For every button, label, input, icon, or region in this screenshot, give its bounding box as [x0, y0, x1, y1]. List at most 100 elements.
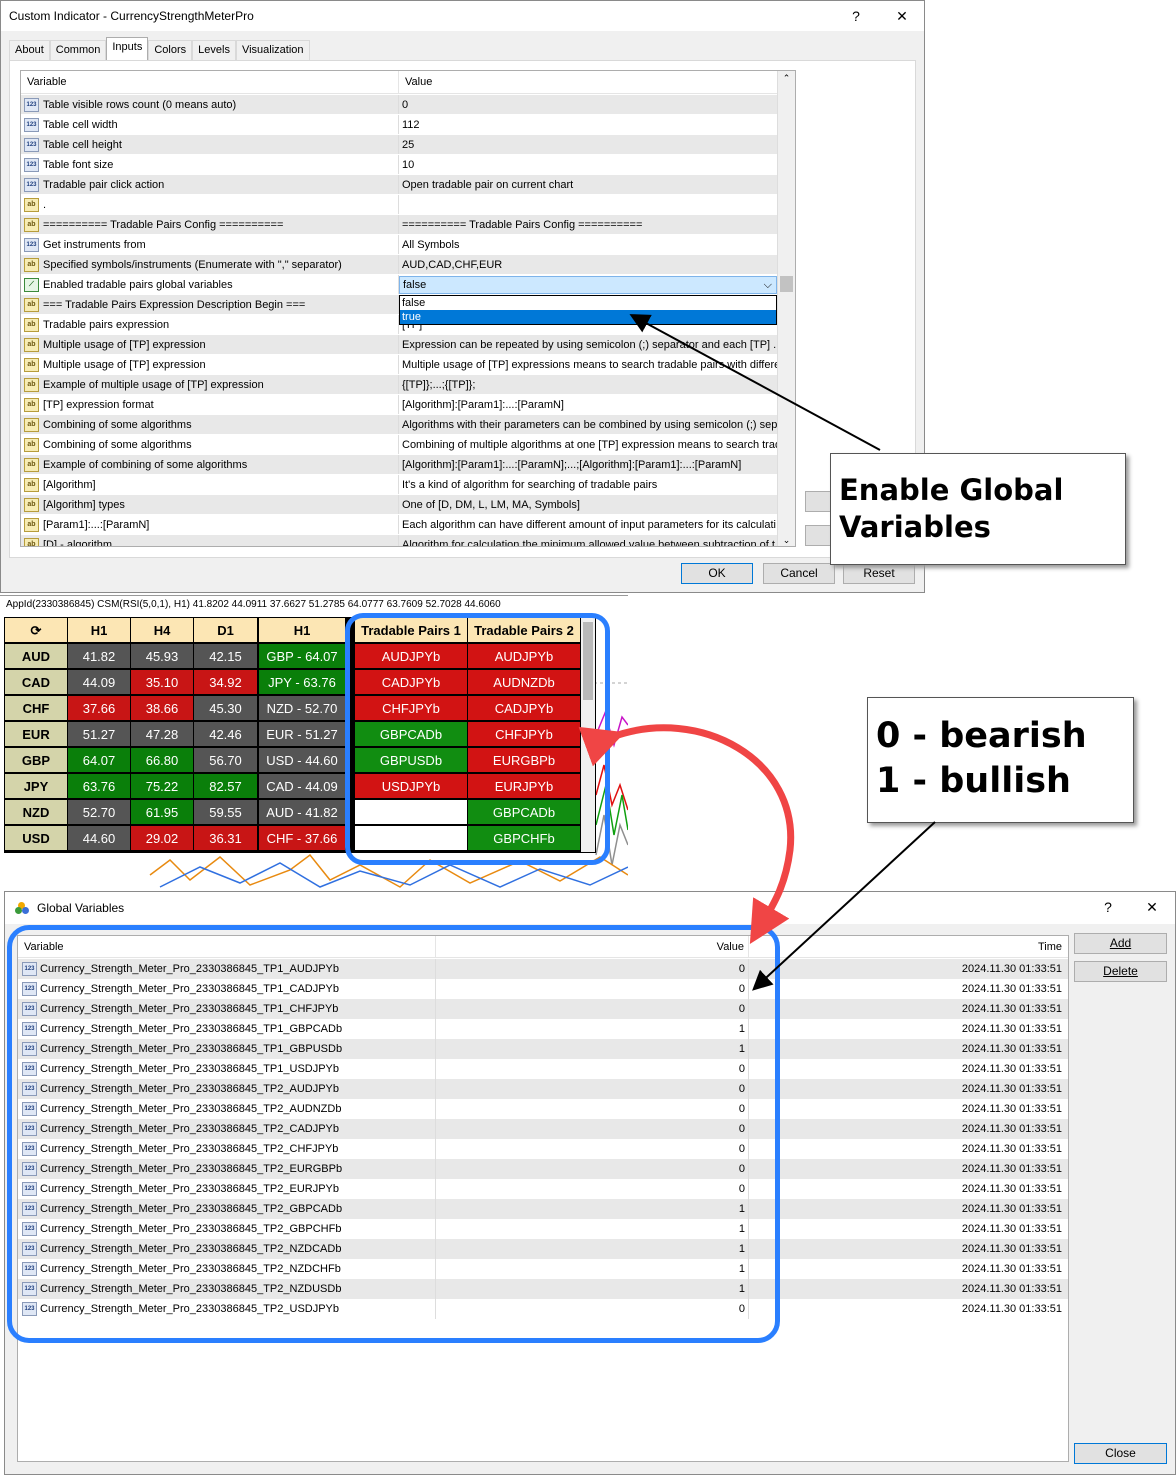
param-row[interactable]: ab Multiple usage of [TP] expression Multi… — [21, 355, 778, 375]
currency-label: AUD — [5, 644, 67, 669]
gv-variable-time: 2024.11.30 01:33:51 — [961, 1103, 1062, 1115]
param-value[interactable]: 0 — [399, 95, 778, 114]
ok-button[interactable]: OK — [681, 563, 753, 584]
param-row[interactable]: 123 Tradable pair click action Open tradab… — [21, 175, 778, 195]
strength-d1: 42.15 — [194, 644, 257, 669]
param-name: Tradable pairs expression — [43, 318, 170, 331]
param-row[interactable]: 123 Table cell height 25 — [21, 135, 778, 155]
strength-h4: 47.28 — [131, 722, 193, 747]
col-value-header[interactable]: Value — [399, 71, 432, 93]
gv-add-button[interactable]: Add — [1074, 933, 1167, 954]
gv-variable-time: 2024.11.30 01:33:51 — [961, 1083, 1062, 1095]
global-vars-dropdown[interactable]: false ⌵ — [399, 276, 777, 294]
dropdown-option-true[interactable]: true — [400, 310, 776, 324]
strength-h4: 45.93 — [131, 644, 193, 669]
tab-common[interactable]: Common — [49, 40, 107, 60]
param-row[interactable]: ab Combining of some algorithms Combining … — [21, 435, 778, 455]
scroll-up-icon[interactable]: ⌃ — [778, 71, 795, 85]
param-row[interactable]: ab Specified symbols/instruments (Enumera… — [21, 255, 778, 275]
param-value[interactable]: Each algorithm can have different amount… — [399, 515, 778, 534]
param-value[interactable]: Combining of multiple algorithms at one … — [399, 435, 778, 454]
param-value[interactable]: It's a kind of algorithm for searching o… — [399, 475, 778, 494]
param-row[interactable]: ab. — [21, 195, 778, 215]
param-name: Combining of some algorithms — [43, 418, 192, 431]
param-value[interactable]: 25 — [399, 135, 778, 154]
param-value[interactable]: 112 — [399, 115, 778, 134]
param-value[interactable]: Multiple usage of [TP] expressions means… — [399, 355, 778, 374]
side-button-1[interactable] — [805, 491, 833, 512]
gv-variable-time: 2024.11.30 01:33:51 — [961, 1023, 1062, 1035]
param-value[interactable]: AUD,CAD,CHF,EUR — [399, 255, 778, 274]
tf-header-d1[interactable]: D1 — [194, 618, 257, 643]
param-row[interactable]: ab [Param1]:...:[ParamN] Each algorithm ca… — [21, 515, 778, 535]
help-button[interactable]: ? — [834, 1, 878, 31]
side-button-2[interactable] — [805, 525, 833, 546]
param-value[interactable]: [Algorithm]:[Param1]:...:[ParamN] — [399, 395, 778, 414]
param-row[interactable]: ab Combining of some algorithms Algorithms… — [21, 415, 778, 435]
param-row[interactable]: ab [D] - algorithm Algorithm for calculati… — [21, 535, 778, 546]
chevron-down-icon[interactable]: ⌵ — [764, 277, 772, 293]
param-value[interactable]: Expression can be repeated by using semi… — [399, 335, 778, 354]
param-row[interactable]: ab Example of multiple usage of [TP] expr… — [21, 375, 778, 395]
gv-titlebar: Global Variables ? ✕ — [5, 892, 1175, 924]
tab-about[interactable]: About — [9, 40, 50, 60]
param-row[interactable]: 123 Table font size 10 — [21, 155, 778, 175]
cancel-button[interactable]: Cancel — [763, 563, 835, 584]
tab-levels[interactable]: Levels — [192, 40, 236, 60]
gv-variable-time: 2024.11.30 01:33:51 — [961, 983, 1062, 995]
reset-button[interactable]: Reset — [843, 563, 915, 584]
dropdown-value: false — [403, 279, 427, 291]
tf-header-h4[interactable]: H4 — [131, 618, 193, 643]
gv-col-time[interactable]: Time — [749, 936, 1068, 957]
param-row[interactable]: ab ========== Tradable Pairs Config =====… — [21, 215, 778, 235]
param-value[interactable]: Open tradable pair on current chart — [399, 175, 778, 194]
callout-bullish-line: 1 - bullish — [876, 761, 1071, 801]
param-value[interactable]: 10 — [399, 155, 778, 174]
tab-inputs[interactable]: Inputs — [106, 37, 149, 60]
param-value[interactable]: ========== Tradable Pairs Config =======… — [399, 215, 778, 234]
gv-variable-time: 2024.11.30 01:33:51 — [961, 963, 1062, 975]
param-row[interactable]: 123 Get instruments from All Symbols — [21, 235, 778, 255]
scroll-thumb[interactable] — [780, 276, 793, 292]
param-name-cell: 123 Table cell height — [21, 135, 399, 154]
refresh-icon[interactable]: ⟳ — [5, 618, 67, 643]
grid-scrollbar[interactable]: ⌃ ⌄ — [777, 71, 795, 546]
gv-delete-button[interactable]: Delete — [1074, 961, 1167, 982]
gv-close-btn[interactable]: Close — [1074, 1443, 1167, 1464]
col-variable-header[interactable]: Variable — [21, 71, 399, 93]
gv-variable-time: 2024.11.30 01:33:51 — [961, 1203, 1062, 1215]
param-row[interactable]: ab Multiple usage of [TP] expression Expre… — [21, 335, 778, 355]
param-row[interactable]: 123 Table cell width 112 — [21, 115, 778, 135]
tab-colors[interactable]: Colors — [148, 40, 193, 60]
scroll-down-icon[interactable]: ⌄ — [778, 535, 795, 546]
tab-visualization[interactable]: Visualization — [235, 40, 310, 60]
tab-bar: About Common Inputs Colors Levels Visual… — [9, 37, 310, 60]
gv-help-button[interactable]: ? — [1086, 892, 1130, 922]
param-row[interactable]: 123 Table visible rows count (0 means aut… — [21, 95, 778, 115]
bool-param-icon: ⟋ — [24, 277, 39, 292]
currency-label: NZD — [5, 800, 67, 825]
dropdown-option-false[interactable]: false — [400, 296, 776, 310]
param-row[interactable]: ab [TP] expression format [Algorithm]:[Par… — [21, 395, 778, 415]
param-value[interactable]: Algorithms with their parameters can be … — [399, 415, 778, 434]
param-name-cell: ab [TP] expression format — [21, 395, 399, 414]
param-row[interactable]: ab [Algorithm] types One of [D, DM, L, LM,… — [21, 495, 778, 515]
gv-variable-time: 2024.11.30 01:33:51 — [961, 1283, 1062, 1295]
param-value[interactable]: Algorithm for calculation the minimum al… — [399, 535, 778, 546]
strength-h4: 75.22 — [131, 774, 193, 799]
param-name-cell: 123 Tradable pair click action — [21, 175, 399, 194]
gv-close-button[interactable]: ✕ — [1130, 892, 1174, 922]
param-value[interactable]: All Symbols — [399, 235, 778, 254]
close-button[interactable]: ✕ — [880, 1, 924, 31]
param-value[interactable] — [399, 195, 778, 214]
param-value[interactable]: {[TP]};...;{[TP]}; — [399, 375, 778, 394]
param-value[interactable]: One of [D, DM, L, LM, MA, Symbols] — [399, 495, 778, 514]
param-name: Example of combining of some algorithms — [43, 458, 248, 471]
tf-header-h1[interactable]: H1 — [68, 618, 130, 643]
param-name-cell: ab. — [21, 195, 399, 214]
param-name: . — [43, 198, 47, 211]
param-row[interactable]: ab [Algorithm] It's a kind of algorithm fo… — [21, 475, 778, 495]
param-row[interactable]: ab Example of combining of some algorithm… — [21, 455, 778, 475]
param-value[interactable]: [Algorithm]:[Param1]:...:[ParamN];...;[A… — [399, 455, 778, 474]
string-param-icon: ab — [24, 517, 39, 532]
